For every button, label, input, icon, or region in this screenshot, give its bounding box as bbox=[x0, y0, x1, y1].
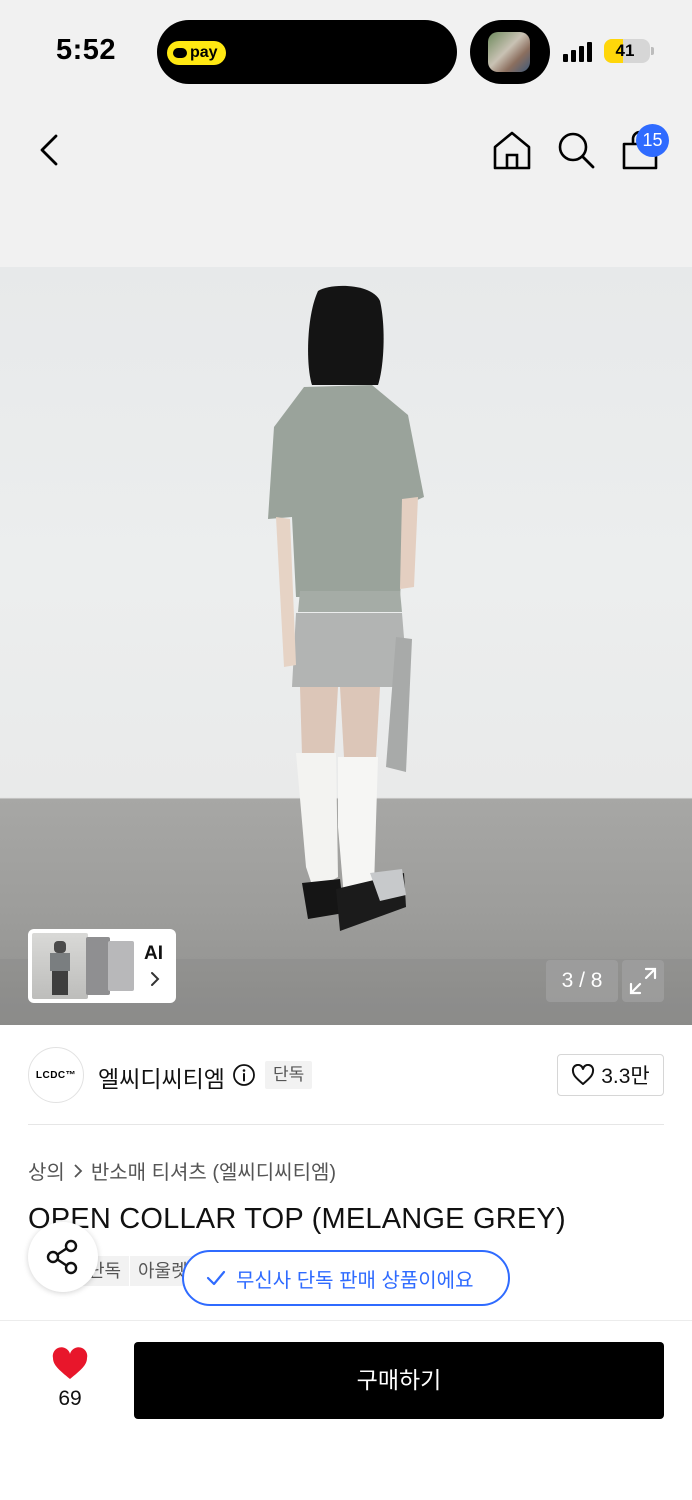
status-bar: 5:52 pay 41 bbox=[0, 0, 692, 100]
chevron-right-icon bbox=[74, 1163, 83, 1178]
brand-logo[interactable]: LCDC™ bbox=[28, 1047, 84, 1103]
ai-label: AI bbox=[144, 943, 163, 964]
section-divider bbox=[28, 1124, 664, 1125]
home-button[interactable] bbox=[490, 128, 534, 172]
breadcrumb-subcategory[interactable]: 반소매 티셔츠 (엘씨디씨티엠) bbox=[91, 1156, 336, 1185]
expand-image-button[interactable] bbox=[622, 960, 664, 1002]
heart-outline-icon bbox=[572, 1064, 595, 1085]
battery-cap bbox=[651, 47, 654, 55]
share-icon bbox=[46, 1239, 78, 1275]
brand-like-count: 3.3만 bbox=[601, 1065, 650, 1088]
exclusive-notice-toast: 무신사 단독 판매 상품이에요 bbox=[182, 1250, 510, 1306]
wishlist-count: 69 bbox=[58, 1387, 82, 1410]
exclusive-notice-text: 무신사 단독 판매 상품이에요 bbox=[236, 1269, 474, 1292]
cellular-signal-icon bbox=[563, 40, 592, 62]
check-icon bbox=[206, 1270, 226, 1286]
chevron-right-icon bbox=[151, 972, 160, 986]
share-button[interactable] bbox=[28, 1222, 98, 1292]
info-icon[interactable] bbox=[232, 1063, 256, 1087]
status-time: 5:52 bbox=[56, 34, 117, 66]
search-button[interactable] bbox=[554, 128, 598, 172]
product-title: OPEN COLLAR TOP (MELANGE GREY) bbox=[28, 1203, 566, 1235]
top-navigation bbox=[0, 100, 692, 267]
ai-recommendation-card[interactable]: AI bbox=[28, 929, 176, 1003]
dynamic-island-left: pay bbox=[157, 20, 457, 84]
exclusive-badge: 단독 bbox=[265, 1061, 313, 1089]
expand-icon bbox=[629, 967, 657, 995]
back-button[interactable] bbox=[30, 128, 70, 172]
ai-thumbnail-3 bbox=[108, 941, 134, 991]
battery-icon: 41 bbox=[604, 39, 650, 63]
battery-level: 41 bbox=[615, 41, 635, 60]
pay-label: pay bbox=[190, 44, 218, 61]
thumbnail-figure bbox=[50, 941, 70, 995]
live-activity-thumbnail bbox=[488, 32, 530, 72]
ai-thumbnail-1 bbox=[32, 933, 88, 999]
back-icon bbox=[40, 134, 58, 166]
brand-like-button[interactable]: 3.3만 bbox=[557, 1054, 664, 1096]
search-icon bbox=[558, 132, 595, 169]
product-image[interactable] bbox=[0, 267, 692, 1025]
model-photo-illustration bbox=[268, 285, 424, 931]
image-page-counter: 3 / 8 bbox=[546, 960, 618, 1002]
brand-name[interactable]: 엘씨디씨티엠 bbox=[98, 1060, 225, 1094]
breadcrumb-category[interactable]: 상의 bbox=[28, 1156, 65, 1185]
home-icon bbox=[493, 131, 531, 170]
breadcrumb: 상의 반소매 티셔츠 (엘씨디씨티엠) bbox=[28, 1156, 336, 1185]
ai-thumbnail-2 bbox=[86, 937, 110, 995]
speech-bubble-icon bbox=[173, 48, 187, 58]
kakaopay-badge: pay bbox=[167, 41, 226, 65]
heart-filled-icon bbox=[52, 1347, 88, 1379]
buy-button[interactable]: 구매하기 bbox=[134, 1342, 664, 1419]
cart-count-badge: 15 bbox=[636, 124, 669, 157]
dynamic-island-right bbox=[470, 20, 550, 84]
